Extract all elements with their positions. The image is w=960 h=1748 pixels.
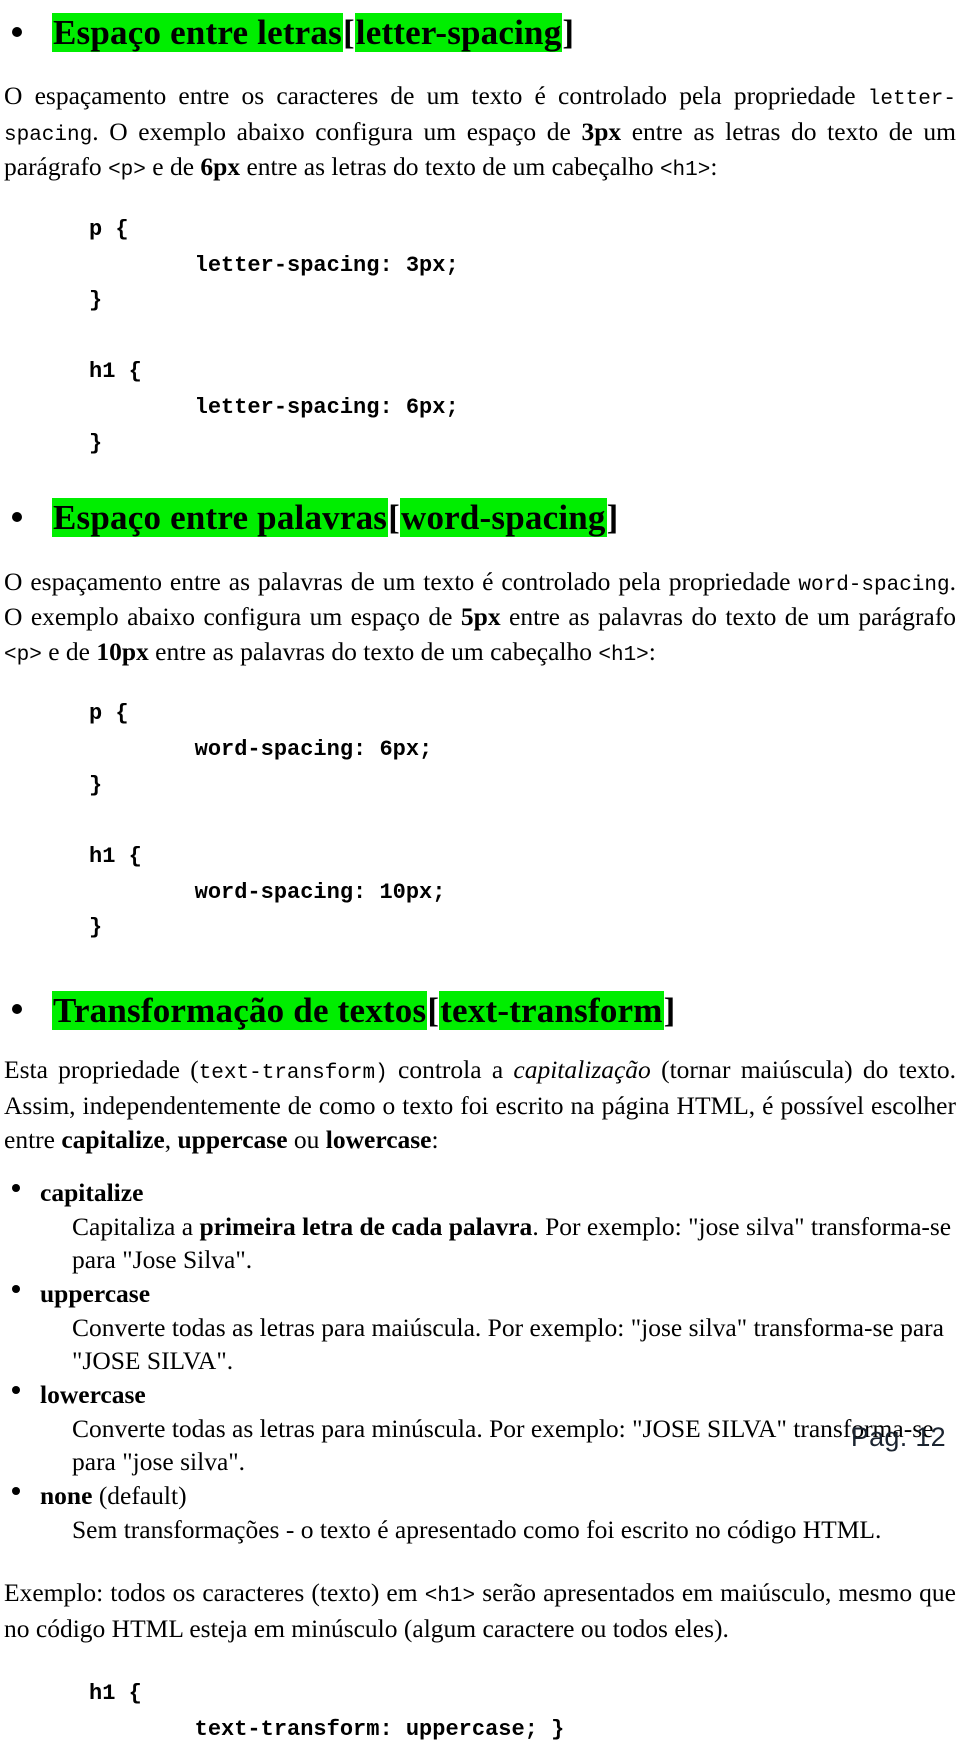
heading-close-bracket: ] [663, 990, 676, 1030]
paragraph-word-spacing: O espaçamento entre as palavras de um te… [4, 565, 956, 671]
heading-close-bracket: ] [606, 498, 619, 538]
heading-open-bracket: [ [388, 498, 400, 538]
text-transform-values-list: capitalize Capitaliza a primeira letra d… [4, 1176, 956, 1546]
text-fragment: , [164, 1125, 178, 1155]
value-description: Capitaliza a primeira letra de cada pala… [40, 1210, 956, 1277]
heading-title: Espaço entre letras [52, 13, 343, 52]
term-name: none [40, 1480, 93, 1510]
bullet-icon [12, 1184, 20, 1193]
text-fragment: Capitaliza a [72, 1211, 200, 1241]
text-fragment: Converte todas as letras para maiúscula.… [72, 1312, 944, 1376]
heading-property: word-spacing [399, 498, 607, 538]
value-term: capitalize [40, 1176, 956, 1210]
heading-property: letter-spacing [354, 13, 563, 52]
text-fragment: Converte todas as letras para minúscula.… [72, 1413, 934, 1477]
inline-code-h1-tag: <h1> [424, 1585, 476, 1609]
bullet-icon [12, 1487, 20, 1496]
list-item: capitalize Capitaliza a primeira letra d… [4, 1176, 956, 1277]
heading-open-bracket: [ [342, 13, 355, 52]
text-fragment: entre as letras do texto de um cabeçalho [240, 152, 660, 182]
heading-title: Transformação de textos [52, 990, 428, 1030]
value-description: Converte todas as letras para maiúscula.… [40, 1311, 956, 1378]
document-page: Espaço entre letras[letter-spacing] O es… [0, 0, 960, 1742]
inline-code-p-tag: <p> [108, 159, 146, 183]
paragraph-example: Exemplo: todos os caracteres (texto) em … [4, 1576, 956, 1646]
paragraph-letter-spacing: O espaçamento entre os caracteres de um … [4, 79, 956, 186]
text-fragment: : [648, 636, 656, 666]
term-name: capitalize [40, 1177, 144, 1207]
text-fragment: Exemplo: todos os caracteres (texto) em [4, 1578, 425, 1608]
bold-value-10px: 10px [96, 636, 149, 666]
text-fragment: e de [145, 152, 201, 182]
inline-code-h1-tag: <h1> [598, 643, 649, 667]
bold-lowercase: lowercase [325, 1125, 432, 1155]
value-term: none (default) [40, 1479, 956, 1513]
value-term: lowercase [40, 1378, 956, 1412]
bullet-icon [12, 1386, 20, 1395]
text-fragment: O espaçamento entre os caracteres de um … [4, 81, 868, 111]
text-fragment: Sem transformações - o texto é apresenta… [72, 1514, 882, 1544]
bold-fragment: primeira letra de cada palavra [199, 1211, 533, 1241]
italic-capitalizacao: capitalização [513, 1055, 651, 1085]
heading-property: text-transform [439, 990, 664, 1030]
bullet-icon [12, 26, 22, 37]
section-heading-word-spacing: Espaço entre palavras[word-spacing] [4, 497, 956, 538]
heading-close-bracket: ] [562, 13, 575, 52]
code-block-text-transform: h1 { text-transform: uppercase; } [89, 1681, 565, 1742]
value-description: Sem transformações - o texto é apresenta… [40, 1513, 956, 1547]
value-term: uppercase [40, 1277, 956, 1311]
text-fragment: ou [287, 1125, 326, 1155]
bold-value-3px: 3px [581, 116, 622, 146]
bold-uppercase: uppercase [177, 1125, 288, 1155]
text-fragment: : [710, 152, 718, 182]
term-suffix: (default) [92, 1480, 187, 1510]
inline-code-text-transform: text-transform) [198, 1062, 388, 1086]
section-heading-text-transform: Transformação de textos[text-transform] [4, 990, 956, 1031]
heading-open-bracket: [ [427, 990, 440, 1030]
text-fragment: O espaçamento entre as palavras de um te… [4, 566, 799, 596]
bullet-icon [12, 1285, 20, 1294]
list-item: none (default) Sem transformações - o te… [4, 1479, 956, 1546]
bold-value-6px: 6px [200, 152, 241, 182]
bold-capitalize: capitalize [61, 1125, 165, 1155]
paragraph-text-transform-intro: Esta propriedade (text-transform) contro… [4, 1053, 956, 1158]
text-fragment: entre as palavras do texto de um parágra… [500, 602, 956, 632]
text-fragment: entre as palavras do texto de um cabeçal… [148, 636, 599, 666]
section-heading-letter-spacing: Espaço entre letras[letter-spacing] [4, 12, 956, 53]
text-fragment: . O exemplo abaixo configura um espaço d… [92, 116, 582, 146]
page-number-footer: Pag. 12 [850, 1422, 946, 1452]
list-item: lowercase Converte todas as letras para … [4, 1378, 956, 1479]
code-block-letter-spacing: p { letter-spacing: 3px; } h1 { letter-s… [89, 216, 459, 456]
code-block-word-spacing: p { word-spacing: 6px; } h1 { word-spaci… [89, 701, 446, 941]
text-fragment: Esta propriedade ( [4, 1055, 199, 1085]
list-item: uppercase Converte todas as letras para … [4, 1277, 956, 1378]
inline-code-word-spacing: word-spacing [798, 573, 950, 597]
inline-code-h1-tag: <h1> [659, 159, 711, 183]
term-name: uppercase [40, 1278, 151, 1308]
bullet-icon [12, 512, 22, 522]
text-fragment: controla a [387, 1055, 514, 1085]
text-fragment: e de [41, 636, 97, 666]
bold-value-5px: 5px [460, 602, 501, 632]
text-fragment: : [431, 1125, 439, 1155]
value-description: Converte todas as letras para minúscula.… [40, 1412, 956, 1479]
heading-title: Espaço entre palavras [52, 498, 389, 538]
term-name: lowercase [40, 1379, 146, 1409]
bullet-icon [12, 1004, 22, 1015]
inline-code-p-tag: <p> [4, 643, 42, 667]
